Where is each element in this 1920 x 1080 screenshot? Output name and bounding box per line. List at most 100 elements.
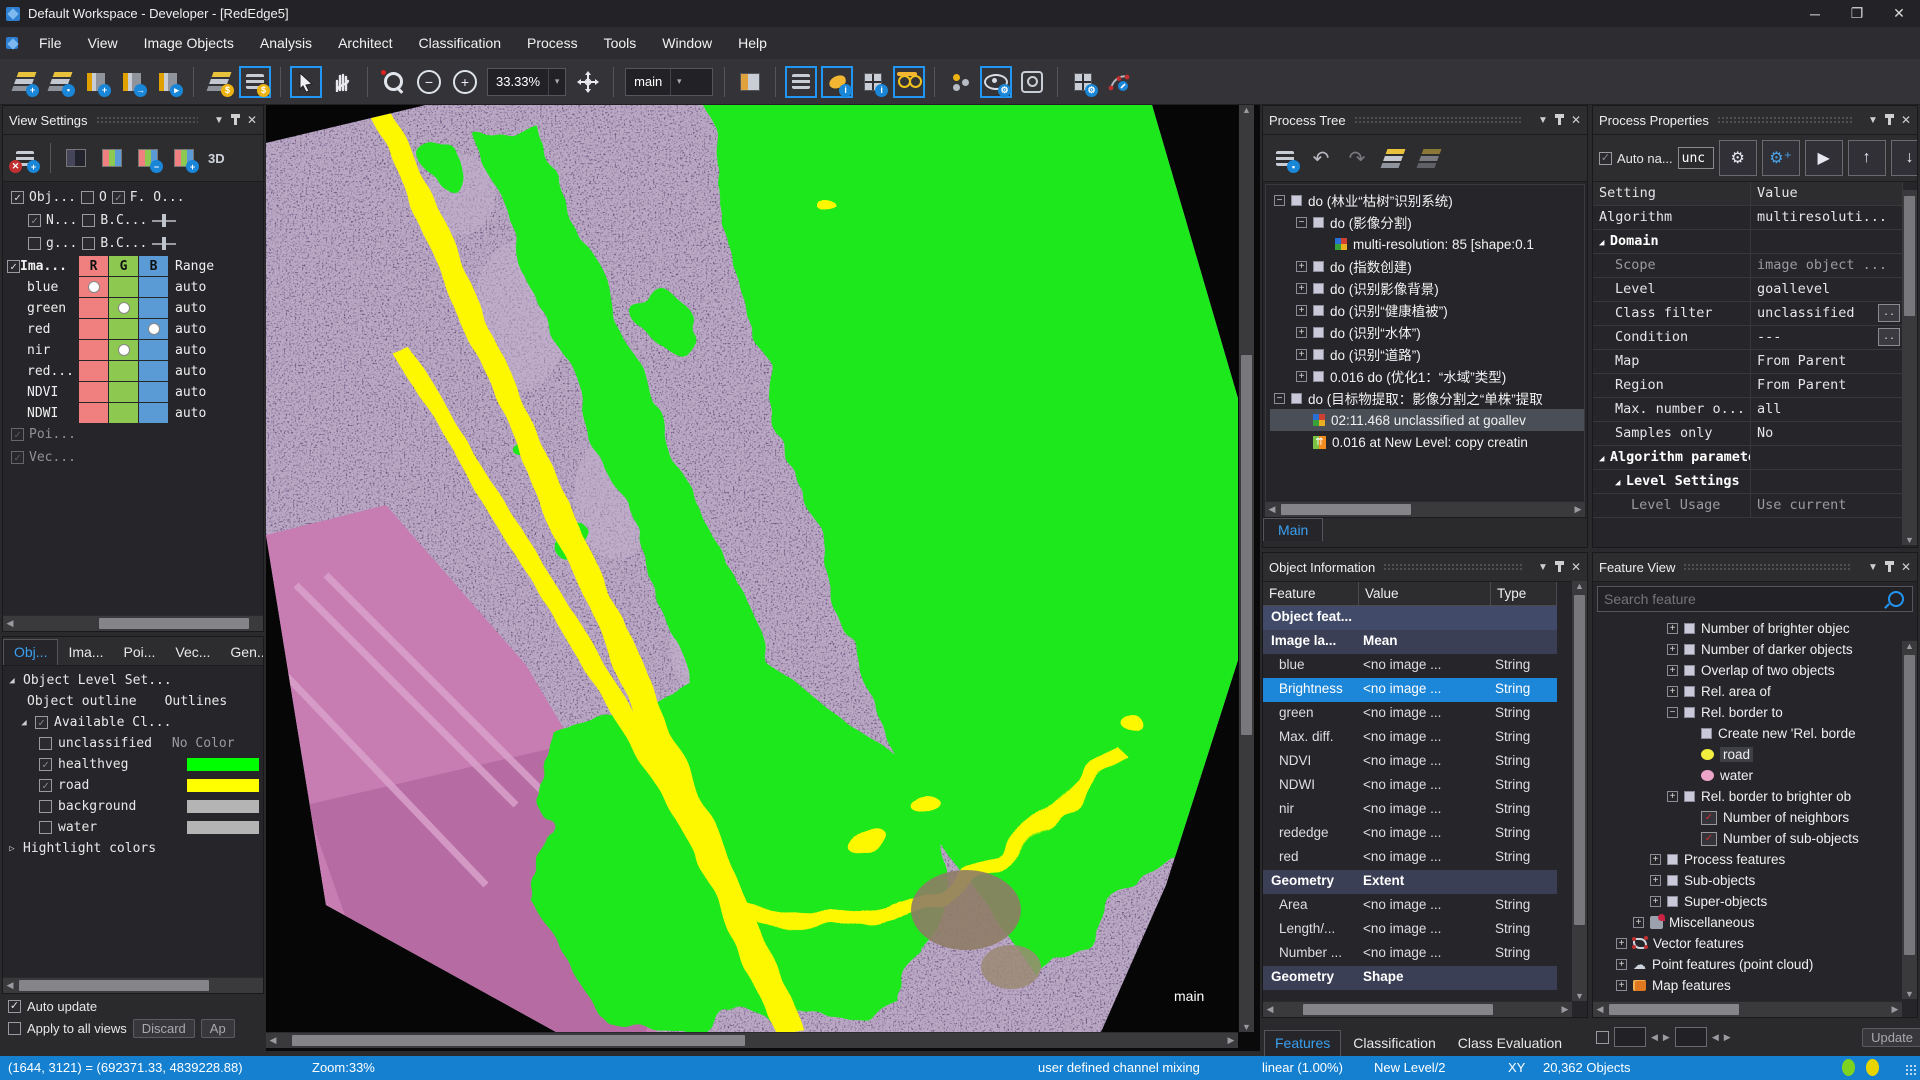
channel-cell-r[interactable] (79, 298, 108, 318)
channel-cell-g[interactable] (109, 340, 138, 360)
setting-value[interactable]: From Parent (1751, 350, 1903, 374)
scroll-right-icon[interactable]: ▶ (1558, 1004, 1572, 1015)
scroll-up-icon[interactable]: ▲ (1572, 581, 1587, 591)
setting-name[interactable]: Level (1593, 278, 1751, 302)
move-up-icon[interactable]: ↑ (1848, 140, 1886, 176)
scroll-up-icon[interactable]: ▲ (1902, 641, 1917, 651)
expander-icon[interactable]: ◢ (1615, 478, 1626, 488)
view-selector-dropdown[interactable]: main▾ (625, 68, 713, 96)
vertical-scrollbar[interactable]: ▲ ▼ (1902, 641, 1917, 999)
scrollbar-thumb[interactable] (292, 1035, 745, 1046)
channel-cell-b[interactable] (139, 298, 168, 318)
channel-cell-r[interactable] (79, 340, 108, 360)
expand-icon[interactable]: + (1296, 283, 1307, 294)
expander-icon[interactable]: ◢ (19, 718, 29, 728)
level-tree-row[interactable]: ◢✓Available Cl... (7, 712, 263, 733)
class-checkbox-background[interactable] (39, 800, 52, 813)
close-icon[interactable]: ✕ (1901, 113, 1911, 127)
scroll-left-icon[interactable]: ◀ (1593, 1004, 1607, 1015)
menu-file[interactable]: File (26, 35, 75, 51)
load-image-file-icon[interactable]: $ (203, 66, 235, 98)
setting-value[interactable]: all (1751, 398, 1903, 422)
feature-name[interactable]: green (1263, 702, 1359, 726)
feature-name[interactable]: red (1263, 846, 1359, 870)
channel-cell-b[interactable] (139, 277, 168, 297)
transparency-slider[interactable] (152, 214, 176, 227)
chevron-down-icon[interactable]: ▾ (548, 69, 565, 95)
horizontal-scrollbar[interactable]: ◀ (3, 977, 263, 993)
class-color-swatch[interactable] (187, 800, 259, 813)
feature-node[interactable]: +Vector features (1593, 933, 1917, 954)
collapse-icon[interactable]: − (1274, 195, 1285, 206)
scrollbar-thumb[interactable] (1904, 196, 1915, 316)
feature-node[interactable]: ✓Number of sub-objects (1593, 828, 1917, 849)
range-mode[interactable]: auto (169, 403, 220, 423)
spin-right-icon[interactable]: ▶ (1724, 1032, 1731, 1043)
add-project-icon[interactable]: + (80, 66, 112, 98)
move-down-icon[interactable]: ↓ (1891, 140, 1918, 176)
pin-icon[interactable] (234, 115, 237, 125)
scrollbar-thumb[interactable] (1574, 595, 1585, 925)
class-checkbox-unclassified[interactable] (39, 737, 52, 750)
channel-cell-b[interactable] (139, 319, 168, 339)
feature-name[interactable]: Number ... (1263, 942, 1359, 966)
split-view-icon[interactable] (734, 66, 766, 98)
feature-name[interactable]: NDVI (1263, 750, 1359, 774)
save-process-tree-icon[interactable]: ▪ (1269, 142, 1301, 174)
layer-visibility-checkbox[interactable] (82, 237, 95, 250)
feature-node[interactable]: ✓Number of neighbors (1593, 807, 1917, 828)
layer-visibility-checkbox[interactable] (81, 191, 94, 204)
level-tree-row[interactable]: background (7, 796, 263, 817)
column-header-value[interactable]: Value (1751, 182, 1903, 206)
feature-type[interactable]: String (1491, 654, 1557, 678)
class-transparency-icon[interactable] (893, 66, 925, 98)
run-settings-icon[interactable]: ⚙⁺ (1762, 140, 1800, 176)
menu-tools[interactable]: Tools (591, 35, 650, 51)
feature-value[interactable]: <no image ... (1359, 798, 1491, 822)
pan-hand-icon[interactable] (326, 66, 358, 98)
scroll-down-icon[interactable]: ▼ (1239, 1022, 1254, 1032)
channel-cell-r[interactable] (79, 403, 108, 423)
layer-name[interactable]: red... (3, 361, 78, 381)
layer-name[interactable]: blue (3, 277, 78, 297)
setting-value[interactable] (1751, 470, 1903, 494)
feature-type[interactable]: String (1491, 726, 1557, 750)
column-header-feature[interactable]: Feature (1263, 582, 1359, 606)
process-node[interactable]: −do (影像分割) (1270, 211, 1584, 233)
chevron-down-icon[interactable]: ▼ (1868, 115, 1878, 126)
feature-node[interactable]: +Rel. border to brighter ob (1593, 786, 1917, 807)
layer-visibility-checkbox[interactable]: ✓ (11, 191, 24, 204)
available-classes-checkbox[interactable]: ✓ (35, 716, 48, 729)
expand-icon[interactable]: + (1650, 896, 1661, 907)
scroll-left-icon[interactable]: ◀ (1265, 504, 1279, 515)
auto-update-checkbox[interactable]: ✓ (8, 1000, 21, 1013)
restore-icon[interactable]: ❐ (1836, 1, 1878, 27)
image-group-checkbox[interactable]: ✓ (7, 260, 20, 273)
setting-name[interactable]: ◢ Algorithm parameters (1593, 446, 1751, 470)
shift-layer-left-icon[interactable]: − (132, 142, 164, 174)
process-node[interactable]: +do (识别“道路”) (1270, 343, 1584, 365)
single-layer-view-icon[interactable] (60, 142, 92, 174)
view-settings-tree-row[interactable]: ✓Obj...O✓F. O... (3, 186, 263, 209)
pin-icon[interactable] (1888, 115, 1891, 125)
update-button[interactable]: Update (1862, 1028, 1920, 1047)
expand-icon[interactable]: + (1616, 959, 1627, 970)
setting-value[interactable]: image object ... (1751, 254, 1903, 278)
feature-value[interactable]: <no image ... (1359, 942, 1491, 966)
range-toggle-checkbox[interactable] (1596, 1031, 1609, 1044)
feature-name[interactable]: Length/... (1263, 918, 1359, 942)
horizontal-scrollbar[interactable]: ◀ ▶ (1265, 501, 1585, 517)
show-outlines-icon[interactable]: ⚙ (980, 66, 1012, 98)
save-workspace-icon[interactable]: ▪ (44, 66, 76, 98)
vertical-scrollbar[interactable]: ▲ ▼ (1572, 581, 1587, 1001)
vertical-scrollbar[interactable]: ▼ (1902, 190, 1917, 545)
tab-vec[interactable]: Vec... (165, 640, 220, 665)
setting-name[interactable]: Class filter (1593, 302, 1751, 326)
scroll-left-icon[interactable]: ◀ (3, 980, 17, 991)
setting-name[interactable]: Level Usage (1593, 494, 1751, 518)
setting-name[interactable]: Scope (1593, 254, 1751, 278)
column-header-setting[interactable]: Setting (1593, 182, 1751, 206)
discard-button[interactable]: Discard (133, 1019, 195, 1038)
setting-name[interactable]: Max. number o... (1593, 398, 1751, 422)
value-box-low[interactable] (1614, 1027, 1646, 1047)
